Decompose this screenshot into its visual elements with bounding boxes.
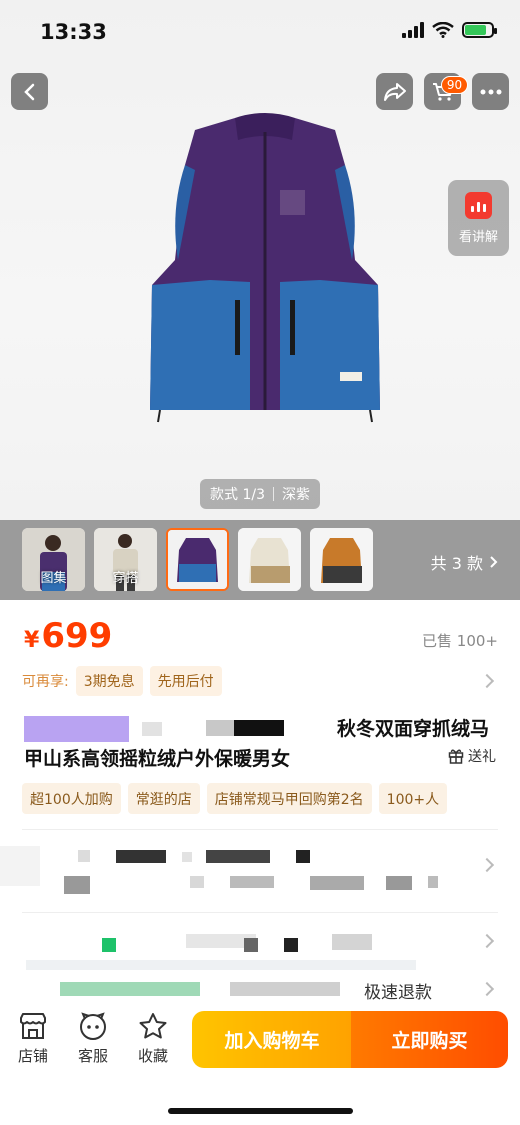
home-indicator [168,1108,353,1114]
installment-row[interactable]: 可再享: 3期免息 先用后付 [22,666,222,696]
tag: 超100人加购 [22,783,121,814]
chart-icon [465,191,492,219]
redacted-text [24,716,129,742]
status-bar: 13:33 [0,0,520,62]
gift-icon [448,749,464,764]
shop-icon [20,1013,46,1039]
thumbnail-label: 穿搭 [112,571,139,586]
title-visible-text: 秋冬双面穿抓绒马 [336,718,489,740]
status-time: 13:33 [40,20,107,44]
refund-row[interactable]: 极速退款 [0,978,520,1003]
installment-label: 可再享: [22,674,69,690]
redacted-info-row[interactable] [0,840,520,900]
title-line-1: 秋冬双面穿抓绒马 [24,714,499,744]
customer-service-button[interactable]: 客服 [78,1012,108,1066]
style-count-link[interactable]: 共 3 款 [431,550,498,574]
status-icons [402,22,497,38]
product-title: 秋冬双面穿抓绒马 甲山系高领摇粒绒户外保暖男女 [24,714,499,774]
thumbnail-purple[interactable] [166,528,229,591]
redacted-text [206,720,234,736]
thumbnail-outfit[interactable]: 穿搭 [94,528,157,591]
explain-button[interactable]: 看讲解 [448,180,509,256]
gift-label: 送礼 [468,749,496,765]
thumbnail-orange[interactable] [310,528,373,591]
favorite-label: 收藏 [138,1047,169,1065]
style-indicator[interactable]: 款式 1/3 深紫 [200,479,320,509]
divider [22,912,498,913]
more-button[interactable] [472,73,509,110]
installment-tag: 3期免息 [75,666,143,696]
tag: 100+人 [378,783,448,814]
shop-button[interactable]: 店铺 [18,1012,48,1066]
star-icon [139,1013,167,1039]
explain-label: 看讲解 [458,229,498,245]
style-thumbnail-strip: 图集 穿搭 共 3 款 [0,520,520,600]
tag: 常逛的店 [127,783,200,814]
battery-icon [462,22,497,38]
chevron-right-icon [479,673,495,689]
cart-count-badge: 90 [441,76,468,94]
thumbnail-gallery[interactable]: 图集 [22,528,85,591]
price-value: 699 [41,616,113,656]
share-button[interactable] [376,73,413,110]
thumbnail-label: 图集 [40,571,67,586]
style-index: 款式 1/3 [210,487,265,503]
divider [22,829,498,830]
style-count-label: 共 3 款 [430,554,483,573]
tag: 店铺常规马甲回购第2名 [206,783,372,814]
shop-label: 店铺 [18,1047,49,1065]
back-icon [23,83,34,100]
tag-row: 超100人加购 常逛的店 店铺常规马甲回购第2名 100+人 [22,783,500,815]
service-label: 客服 [78,1047,109,1065]
wifi-icon [432,22,454,38]
sold-count: 已售 100+ [422,632,498,650]
back-button[interactable] [11,73,48,110]
chevron-right-icon [490,556,498,568]
pay-later-tag: 先用后付 [149,666,222,696]
title-line-2: 甲山系高领摇粒绒户外保暖男女 [24,748,291,770]
favorite-button[interactable]: 收藏 [138,1012,168,1066]
price: ¥ 699 [24,616,112,656]
redacted-text [142,722,162,736]
product-vest-image [150,113,380,423]
more-icon [480,89,501,94]
buy-now-button[interactable]: 立即购买 [351,1011,508,1068]
purple-vest-photo [168,530,227,589]
service-icon [80,1012,106,1040]
redacted-service-row[interactable] [0,926,520,970]
beige-vest-photo [238,528,301,591]
signal-icon [402,22,424,38]
style-color: 深紫 [281,487,310,503]
style-separator [272,487,274,501]
share-icon [383,82,406,101]
gift-button[interactable]: 送礼 [448,746,496,766]
add-to-cart-button[interactable]: 加入购物车 [192,1011,352,1068]
orange-vest-photo [310,528,373,591]
price-symbol: ¥ [24,628,40,653]
thumbnail-beige[interactable] [238,528,301,591]
redacted-text [234,720,284,736]
